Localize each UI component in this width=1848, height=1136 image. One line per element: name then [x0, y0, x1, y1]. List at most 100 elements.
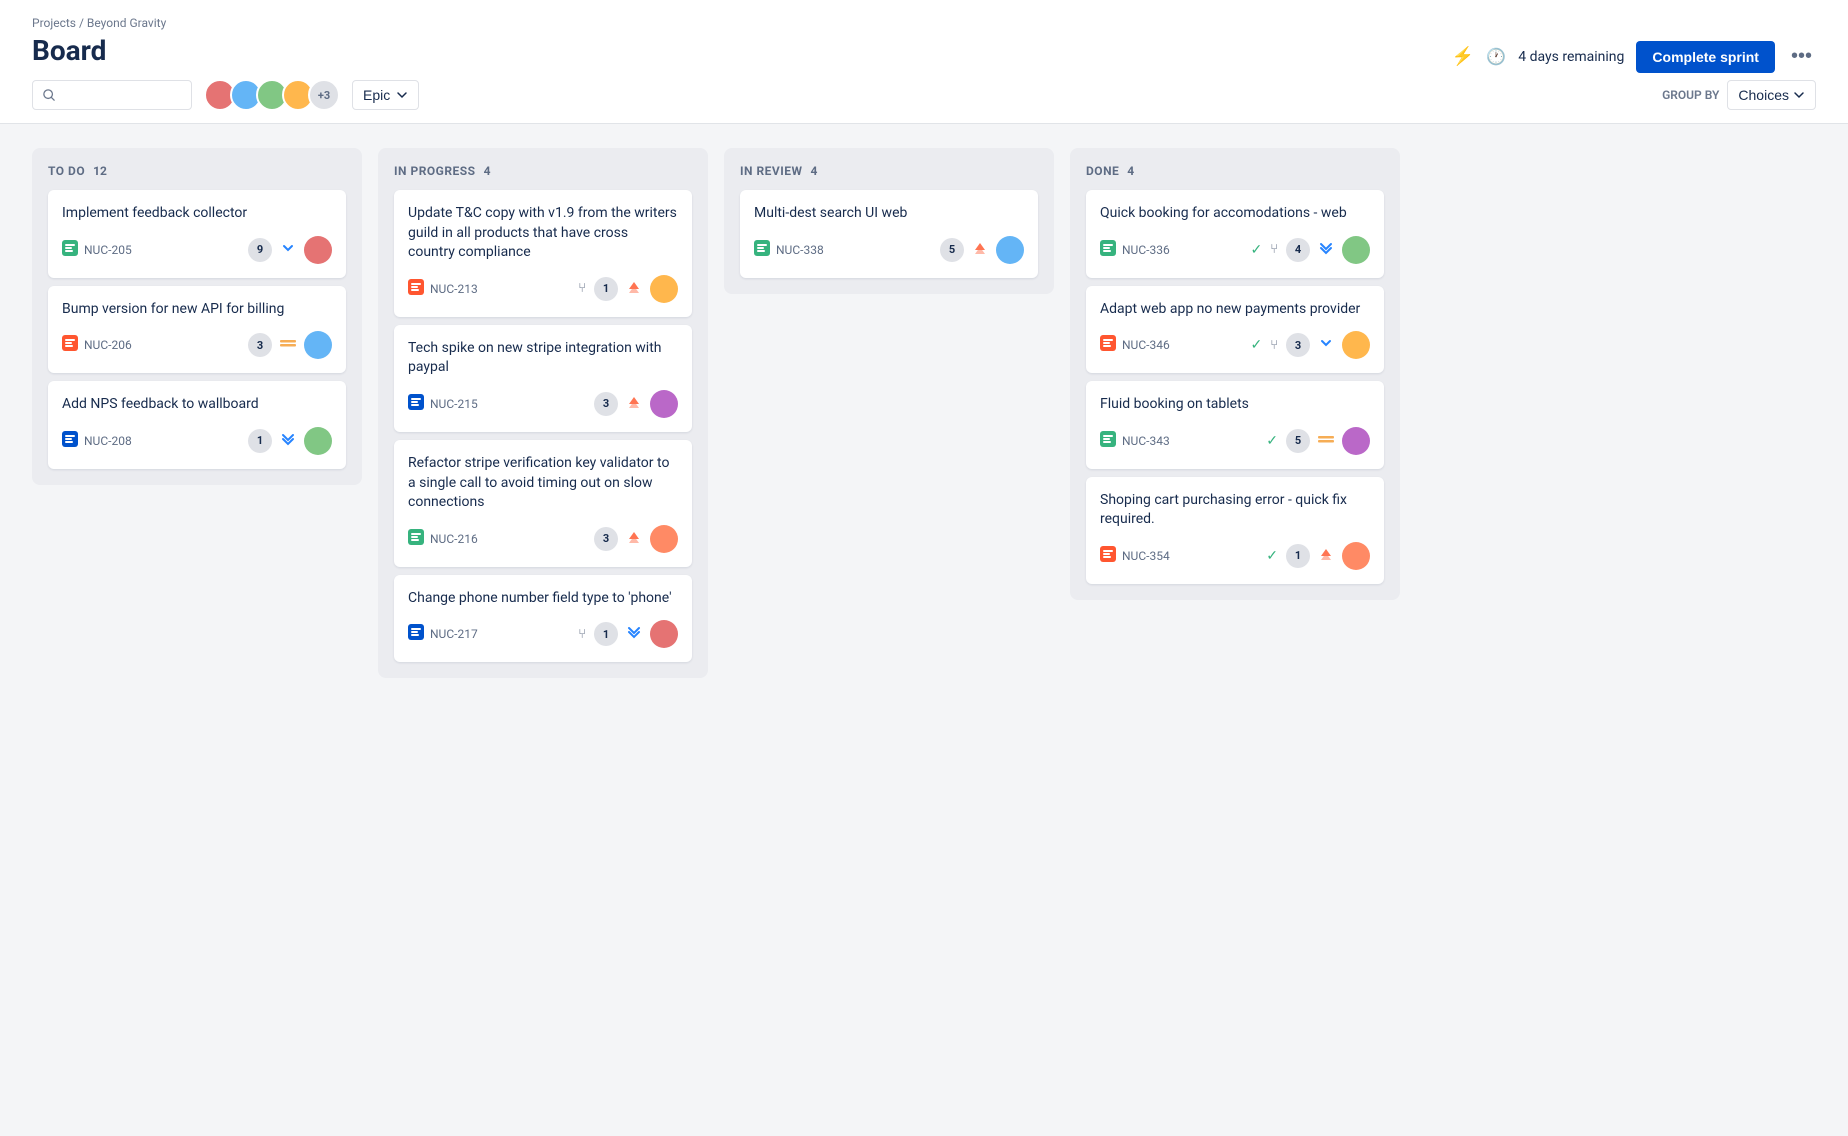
column-title: DONE: [1086, 164, 1119, 178]
card-footer: NUC-216 3: [408, 525, 678, 553]
card-title: Multi-dest search UI web: [754, 204, 1024, 224]
column-count: 4: [811, 164, 818, 178]
chevron-down-icon: [1793, 89, 1805, 101]
avatar: [1342, 331, 1370, 359]
card[interactable]: Implement feedback collectorNUC-2059: [48, 190, 346, 278]
epic-filter-button[interactable]: Epic: [352, 80, 419, 110]
story-point-badge: 3: [594, 527, 618, 551]
breadcrumb: Projects / Beyond Gravity: [32, 16, 1816, 30]
priority-icon: [626, 624, 642, 644]
column-count: 4: [484, 164, 491, 178]
card[interactable]: Shoping cart purchasing error - quick fi…: [1086, 477, 1384, 584]
column-title: TO DO: [48, 164, 85, 178]
more-actions-button[interactable]: •••: [1787, 41, 1816, 72]
card-meta: NUC-346: [1100, 335, 1170, 355]
ticket-id: NUC-215: [430, 397, 478, 411]
card-meta: NUC-354: [1100, 546, 1170, 566]
story-point-badge: 1: [594, 277, 618, 301]
card-right: ✓1: [1266, 542, 1370, 570]
card[interactable]: Update T&C copy with v1.9 from the write…: [394, 190, 692, 317]
card[interactable]: Add NPS feedback to wallboardNUC-2081: [48, 381, 346, 469]
choices-dropdown[interactable]: Choices: [1727, 80, 1816, 110]
ticket-icon: [408, 279, 424, 299]
card-right: ⑂1: [578, 620, 678, 648]
ticket-icon: [62, 431, 78, 451]
check-icon: ✓: [1266, 433, 1278, 449]
complete-sprint-button[interactable]: Complete sprint: [1636, 41, 1775, 73]
card-right: 5: [940, 236, 1024, 264]
priority-icon: [1318, 240, 1334, 260]
card-footer: NUC-213⑂1: [408, 275, 678, 303]
card-footer: NUC-343✓5: [1100, 427, 1370, 455]
clock-icon: 🕐: [1486, 47, 1506, 66]
avatar: [650, 275, 678, 303]
card-title: Fluid booking on tablets: [1100, 395, 1370, 415]
ticket-id: NUC-354: [1122, 549, 1170, 563]
check-icon: ✓: [1250, 337, 1262, 353]
page-title: Board: [32, 34, 106, 67]
card-footer: NUC-205 9: [62, 236, 332, 264]
card-title: Shoping cart purchasing error - quick fi…: [1100, 491, 1370, 530]
avatar: [650, 620, 678, 648]
search-input[interactable]: [61, 87, 181, 103]
column-count: 4: [1127, 164, 1134, 178]
avatar: [1342, 236, 1370, 264]
ticket-id: NUC-216: [430, 532, 478, 546]
card[interactable]: Fluid booking on tablets NUC-343✓5: [1086, 381, 1384, 469]
story-point-badge: 3: [248, 333, 272, 357]
card[interactable]: Refactor stripe verification key validat…: [394, 440, 692, 567]
avatar-group: +3: [204, 79, 340, 111]
card-right: 3: [594, 390, 678, 418]
card-right: 9: [248, 236, 332, 264]
avatar-more: +3: [308, 79, 340, 111]
card[interactable]: Bump version for new API for billingNUC-…: [48, 286, 346, 374]
column-header: DONE 4: [1086, 164, 1384, 178]
ticket-icon: [1100, 546, 1116, 566]
card-footer: NUC-2081: [62, 427, 332, 455]
card-right: 1: [248, 427, 332, 455]
avatar: [996, 236, 1024, 264]
card-footer: NUC-354 ✓1: [1100, 542, 1370, 570]
card-right: 3: [594, 525, 678, 553]
header: Projects / Beyond Gravity Board ⚡ 🕐 4 da…: [0, 0, 1848, 124]
card-title: Refactor stripe verification key validat…: [408, 454, 678, 513]
card-right: ✓⑂3: [1250, 331, 1370, 359]
avatar: [650, 525, 678, 553]
card[interactable]: Quick booking for accomodations - webNUC…: [1086, 190, 1384, 278]
card[interactable]: Change phone number field type to 'phone…: [394, 575, 692, 663]
avatar: [304, 427, 332, 455]
card-footer: NUC-206 3: [62, 331, 332, 359]
avatar: [650, 390, 678, 418]
ticket-id: NUC-206: [84, 338, 132, 352]
card-title: Change phone number field type to 'phone…: [408, 589, 678, 609]
card-footer: NUC-217 ⑂1: [408, 620, 678, 648]
ticket-id: NUC-346: [1122, 338, 1170, 352]
column-todo: TO DO12Implement feedback collectorNUC-2…: [32, 148, 362, 485]
priority-icon: [1318, 546, 1334, 566]
column-header: IN PROGRESS4: [394, 164, 692, 178]
ticket-icon: [754, 240, 770, 260]
column-count: 12: [93, 164, 107, 178]
card-meta: NUC-336: [1100, 240, 1170, 260]
search-box[interactable]: [32, 80, 192, 110]
ticket-id: NUC-205: [84, 243, 132, 257]
ticket-id: NUC-217: [430, 627, 478, 641]
card-meta: NUC-338: [754, 240, 824, 260]
column-done: DONE4Quick booking for accomodations - w…: [1070, 148, 1400, 600]
card[interactable]: Tech spike on new stripe integration wit…: [394, 325, 692, 432]
card[interactable]: Adapt web app no new payments providerNU…: [1086, 286, 1384, 374]
check-icon: ✓: [1250, 242, 1262, 258]
ticket-id: NUC-336: [1122, 243, 1170, 257]
card-footer: NUC-338 5: [754, 236, 1024, 264]
card-footer: NUC-336✓⑂4: [1100, 236, 1370, 264]
story-point-badge: 4: [1286, 238, 1310, 262]
card-title: Update T&C copy with v1.9 from the write…: [408, 204, 678, 263]
ticket-icon: [408, 394, 424, 414]
ticket-icon: [408, 529, 424, 549]
groupby-label: GROUP BY: [1662, 88, 1719, 102]
column-header: IN REVIEW4: [740, 164, 1038, 178]
column-inreview: IN REVIEW4 Multi-dest search UI web NUC-33…: [724, 148, 1054, 294]
card[interactable]: Multi-dest search UI web NUC-338 5: [740, 190, 1038, 278]
ticket-id: NUC-338: [776, 243, 824, 257]
priority-icon: [280, 240, 296, 260]
